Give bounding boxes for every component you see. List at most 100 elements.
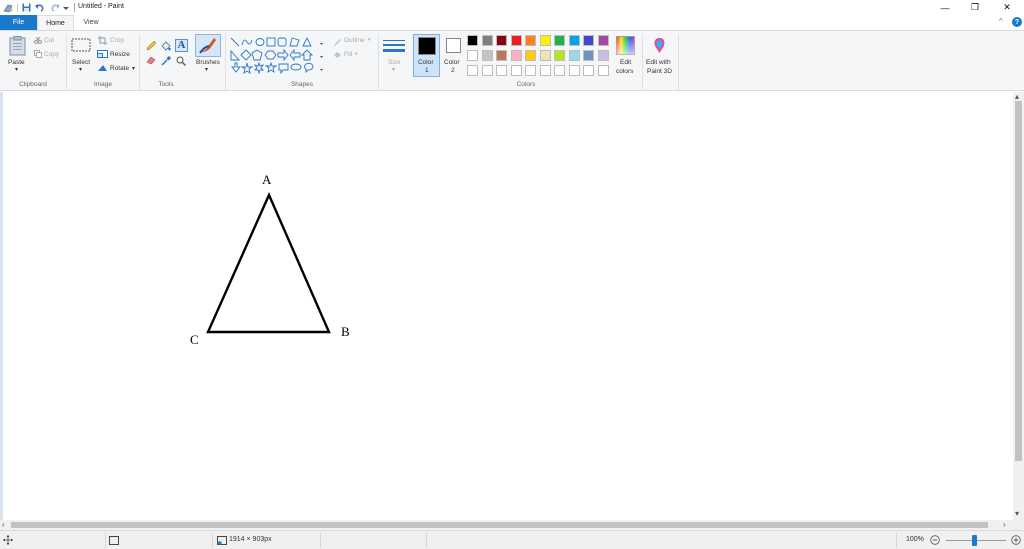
palette-swatch[interactable] — [525, 50, 536, 61]
pencil-icon[interactable] — [146, 41, 156, 51]
palette-swatch[interactable] — [568, 65, 580, 76]
copy-button[interactable]: Copy — [44, 51, 59, 58]
horizontal-scroll-thumb[interactable] — [11, 522, 988, 528]
drawing-canvas[interactable]: A B C — [3, 92, 1013, 520]
palette-swatch[interactable] — [481, 65, 493, 76]
crop-icon[interactable] — [98, 36, 107, 45]
palette-swatch[interactable] — [525, 65, 536, 76]
select-button[interactable]: Select — [72, 59, 90, 66]
palette-swatch[interactable] — [554, 65, 565, 76]
help-button[interactable]: ? — [1012, 17, 1022, 27]
edit-colors-button[interactable]: Edit — [620, 59, 631, 66]
color2-label[interactable]: Color — [444, 59, 460, 66]
tab-view[interactable]: View — [76, 15, 106, 30]
palette-swatch[interactable] — [539, 35, 551, 46]
paste-dropdown-icon[interactable]: ▾ — [15, 66, 18, 73]
color-picker-icon[interactable] — [161, 56, 171, 66]
palette-swatch[interactable] — [568, 50, 580, 61]
paint-app-icon[interactable] — [2, 2, 14, 13]
redo-icon[interactable] — [49, 2, 61, 13]
scroll-right-arrow-icon[interactable]: › — [1003, 521, 1006, 529]
palette-swatch[interactable] — [496, 65, 507, 76]
fill-dropdown-icon[interactable]: ▾ — [355, 51, 358, 57]
canvas-area: A B C — [0, 92, 1013, 520]
palette-swatch[interactable] — [597, 65, 609, 76]
select-icon[interactable] — [71, 38, 91, 52]
palette-swatch[interactable] — [568, 35, 580, 46]
paste-icon[interactable] — [9, 36, 26, 56]
paint3d-label-line2: Paint 3D — [647, 68, 672, 75]
palette-swatch[interactable] — [525, 35, 536, 46]
paste-button[interactable]: Paste — [8, 59, 25, 66]
close-button[interactable]: ✕ — [992, 0, 1022, 15]
fill-shape-icon[interactable] — [333, 50, 342, 59]
brush-icon[interactable] — [198, 36, 218, 55]
resize-icon[interactable] — [97, 50, 108, 58]
select-dropdown-icon[interactable]: ▾ — [79, 66, 82, 73]
brushes-dropdown-icon[interactable]: ▾ — [205, 66, 208, 73]
palette-swatch[interactable] — [481, 50, 493, 61]
zoom-in-icon[interactable] — [1011, 535, 1021, 545]
palette-swatch[interactable] — [496, 35, 507, 46]
zoom-out-icon[interactable] — [930, 535, 940, 545]
palette-swatch[interactable] — [481, 35, 493, 46]
customize-quick-access-icon[interactable] — [62, 2, 70, 13]
palette-swatch[interactable] — [554, 35, 565, 46]
outline-dropdown-icon[interactable]: ▾ — [368, 37, 371, 43]
rotate-dropdown-icon[interactable]: ▾ — [132, 65, 135, 72]
color1-swatch[interactable] — [418, 37, 436, 55]
palette-swatch[interactable] — [539, 65, 551, 76]
collapse-ribbon-button[interactable]: ^ — [999, 17, 1003, 26]
fill-button[interactable]: Fill — [344, 51, 352, 58]
undo-icon[interactable] — [34, 2, 46, 13]
size-button[interactable]: Size — [388, 59, 401, 66]
edit-with-paint3d-button[interactable]: Edit with — [646, 59, 671, 66]
palette-swatch[interactable] — [597, 50, 609, 61]
text-icon[interactable]: A — [175, 39, 188, 52]
vertical-scroll-thumb[interactable] — [1015, 101, 1022, 461]
fill-icon[interactable] — [161, 41, 171, 51]
vertical-scrollbar[interactable]: ▴ ▾ — [1013, 92, 1024, 520]
edit-colors-icon[interactable] — [616, 36, 635, 55]
restore-button[interactable]: ❐ — [960, 0, 990, 15]
palette-swatch[interactable] — [510, 50, 522, 61]
palette-swatch[interactable] — [467, 65, 478, 76]
size-dropdown-icon[interactable]: ▾ — [392, 66, 395, 73]
palette-swatch[interactable] — [583, 35, 594, 46]
eraser-icon[interactable] — [146, 56, 156, 65]
rotate-icon[interactable] — [97, 64, 108, 72]
scroll-up-arrow-icon[interactable]: ▴ — [1015, 93, 1019, 101]
tab-file[interactable]: File — [0, 15, 37, 30]
palette-swatch[interactable] — [583, 50, 594, 61]
palette-swatch[interactable] — [496, 50, 507, 61]
cut-icon[interactable] — [34, 37, 42, 44]
palette-swatch[interactable] — [597, 35, 609, 46]
palette-swatch[interactable] — [539, 50, 551, 61]
size-icon[interactable] — [383, 39, 405, 53]
horizontal-scrollbar[interactable]: ‹ › — [0, 520, 1013, 530]
palette-swatch[interactable] — [554, 50, 565, 61]
color2-swatch[interactable] — [446, 38, 461, 53]
magnifier-icon[interactable] — [176, 56, 186, 66]
copy-icon[interactable] — [34, 50, 42, 58]
resize-button[interactable]: Resize — [110, 51, 130, 58]
shapes-gallery[interactable] — [229, 36, 327, 74]
outline-icon[interactable] — [333, 37, 342, 46]
crop-button[interactable]: Crop — [110, 37, 124, 44]
palette-swatch[interactable] — [510, 35, 522, 46]
paint3d-icon[interactable] — [650, 36, 669, 55]
cut-button[interactable]: Cut — [44, 37, 54, 44]
scroll-down-arrow-icon[interactable]: ▾ — [1015, 510, 1019, 518]
palette-swatch[interactable] — [510, 65, 522, 76]
palette-swatch[interactable] — [583, 65, 594, 76]
brushes-button[interactable]: Brushes — [196, 59, 220, 66]
outline-button[interactable]: Outline — [344, 37, 365, 44]
scroll-left-arrow-icon[interactable]: ‹ — [2, 521, 5, 529]
palette-swatch[interactable] — [467, 35, 478, 46]
zoom-slider-thumb[interactable] — [972, 535, 977, 546]
minimize-button[interactable]: — — [930, 0, 960, 15]
save-icon[interactable] — [20, 2, 32, 13]
palette-swatch[interactable] — [467, 50, 478, 61]
rotate-button[interactable]: Rotate — [110, 65, 129, 72]
tab-home[interactable]: Home — [37, 15, 74, 30]
